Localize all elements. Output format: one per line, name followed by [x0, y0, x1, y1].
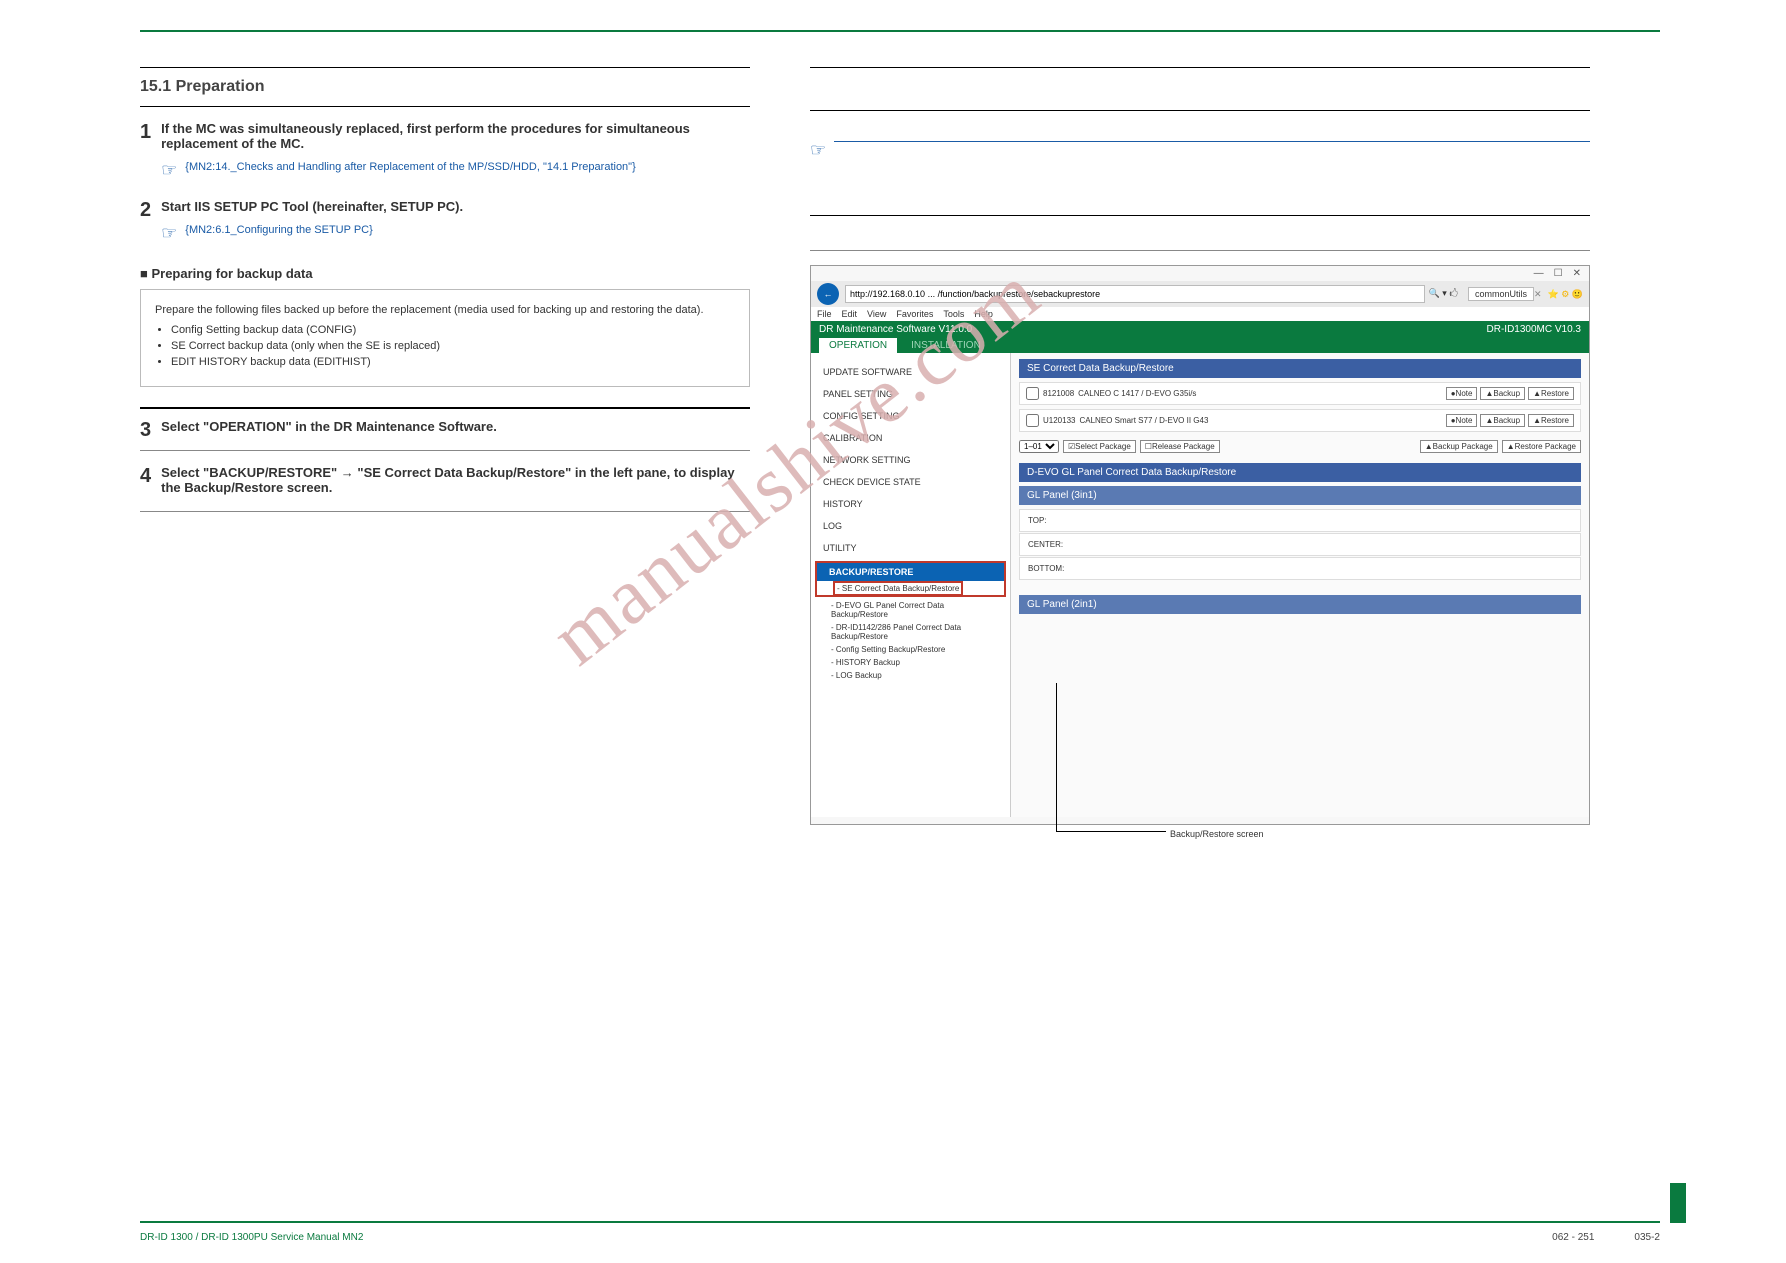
package-toolbar: 1–01 ☑Select Package ☐Release Package ▲B… — [1019, 436, 1581, 463]
se-row-id: U120133 — [1043, 416, 1075, 425]
se-row: U120133 CALNEO Smart S77 / D-EVO II G43 … — [1019, 409, 1581, 432]
section-heading: 15.1 Preparation — [140, 78, 750, 96]
tab-installation[interactable]: INSTALLATION — [901, 338, 991, 353]
backup-button[interactable]: ▲Backup — [1480, 387, 1525, 400]
screenshot-panel: — ☐ ✕ ← 🔍 ▾ 🖒 commonUtils ✕ ⭐ ⚙ 🙂 File E… — [810, 265, 1590, 825]
sidebar-item[interactable]: NETWORK SETTING — [811, 449, 1010, 471]
app-version: DR-ID1300MC V10.3 — [1487, 324, 1581, 335]
sidebar: UPDATE SOFTWARE PANEL SETTING CONFIG SET… — [811, 353, 1011, 817]
pointer-icon: ☞ — [161, 224, 177, 242]
screenshot-caption: Backup/Restore screen — [810, 825, 1590, 843]
browser-tab[interactable]: commonUtils — [1468, 287, 1534, 301]
backup-package-button[interactable]: ▲Backup Package — [1420, 440, 1498, 453]
panel-se-correct: SE Correct Data Backup/Restore — [1019, 359, 1581, 378]
step-number-1: 1 — [140, 121, 151, 144]
well-item: Config Setting backup data (CONFIG) — [171, 324, 735, 336]
gl-panel-3in1: GL Panel (3in1) — [1019, 486, 1581, 505]
back-button[interactable]: ← — [817, 283, 839, 305]
maximize-icon[interactable]: ☐ — [1554, 268, 1563, 279]
sidebar-item[interactable]: UPDATE SOFTWARE — [811, 361, 1010, 383]
sidebar-sub[interactable]: - DR-ID1142/286 Panel Correct Data Backu… — [811, 621, 1010, 643]
se-row-name: CALNEO Smart S77 / D-EVO II G43 — [1079, 416, 1208, 425]
sidebar-sub[interactable]: - D-EVO GL Panel Correct Data Backup/Res… — [811, 599, 1010, 621]
tab-operation[interactable]: OPERATION — [819, 338, 897, 353]
prep-backup-title: ■ Preparing for backup data — [140, 266, 750, 281]
right-column: ☞ — ☐ ✕ ← 🔍 ▾ 🖒 commonUtils ✕ — [810, 57, 1590, 843]
sidebar-sub[interactable]: - LOG Backup — [811, 669, 1010, 682]
step-4-text: Select "BACKUP/RESTORE" → "SE Correct Da… — [161, 465, 750, 495]
se-row-id: 8121008 — [1043, 389, 1074, 398]
sidebar-item[interactable]: PANEL SETTING — [811, 383, 1010, 405]
se-row-checkbox[interactable] — [1026, 414, 1039, 427]
menu-file[interactable]: File — [817, 309, 832, 319]
app-title: DR Maintenance Software V11.0.0 — [819, 324, 972, 335]
menu-fav[interactable]: Favorites — [896, 309, 933, 319]
gl-slot-top: TOP: — [1019, 509, 1581, 532]
step-1-text: If the MC was simultaneously replaced, f… — [161, 121, 750, 151]
url-input[interactable] — [845, 285, 1425, 303]
sidebar-item[interactable]: LOG — [811, 515, 1010, 537]
restore-button[interactable]: ▲Restore — [1528, 414, 1574, 427]
sidebar-backup-restore[interactable]: BACKUP/RESTORE — [817, 563, 1004, 581]
se-row: 8121008 CALNEO C 1417 / D-EVO G35i/s ●No… — [1019, 382, 1581, 405]
select-package-button[interactable]: ☑Select Package — [1063, 440, 1136, 453]
window-title-bar: — ☐ ✕ — [811, 266, 1589, 281]
address-bar: ← 🔍 ▾ 🖒 commonUtils ✕ ⭐ ⚙ 🙂 — [811, 281, 1589, 307]
pointer-icon: ☞ — [810, 141, 826, 159]
sidebar-sub[interactable]: - HISTORY Backup — [811, 656, 1010, 669]
app-title-bar: DR Maintenance Software V11.0.0 DR-ID130… — [811, 321, 1589, 338]
step-number-3: 3 — [140, 419, 151, 442]
well-item: SE Correct backup data (only when the SE… — [171, 340, 735, 352]
menu-view[interactable]: View — [867, 309, 886, 319]
step-3-text: Select "OPERATION" in the DR Maintenance… — [161, 419, 750, 434]
sidebar-item[interactable]: UTILITY — [811, 537, 1010, 559]
sidebar-item[interactable]: HISTORY — [811, 493, 1010, 515]
side-tab-green — [1670, 1183, 1686, 1223]
footer-left: DR-ID 1300 / DR-ID 1300PU Service Manual… — [140, 1232, 363, 1243]
footer-rule — [140, 1221, 1660, 1223]
content-pane: SE Correct Data Backup/Restore 8121008 C… — [1011, 353, 1589, 817]
sidebar-item[interactable]: CALIBRATION — [811, 427, 1010, 449]
backup-data-well: Prepare the following files backed up be… — [140, 289, 750, 387]
gl-panel-2in1: GL Panel (2in1) — [1019, 595, 1581, 614]
restore-package-button[interactable]: ▲Restore Package — [1502, 440, 1581, 453]
well-item: EDIT HISTORY backup data (EDITHIST) — [171, 356, 735, 368]
well-lead: Prepare the following files backed up be… — [155, 304, 735, 316]
release-package-button[interactable]: ☐Release Package — [1140, 440, 1220, 453]
close-icon[interactable]: ✕ — [1573, 268, 1581, 279]
browser-menubar: File Edit View Favorites Tools Help — [811, 307, 1589, 321]
top-rule — [140, 30, 1660, 32]
minimize-icon[interactable]: — — [1534, 268, 1544, 279]
ref-1-text: {MN2:14._Checks and Handling after Repla… — [185, 161, 636, 173]
note-button[interactable]: ●Note — [1446, 387, 1478, 400]
se-row-checkbox[interactable] — [1026, 387, 1039, 400]
sidebar-item[interactable]: CONFIG SETTING — [811, 405, 1010, 427]
step-number-4: 4 — [140, 465, 151, 488]
step-2-text: Start IIS SETUP PC Tool (hereinafter, SE… — [161, 199, 750, 214]
footer-right: 062 - 251 — [1552, 1232, 1594, 1243]
sidebar-item[interactable]: CHECK DEVICE STATE — [811, 471, 1010, 493]
app-tabs: OPERATION INSTALLATION — [811, 338, 1589, 353]
sidebar-sub[interactable]: - Config Setting Backup/Restore — [811, 643, 1010, 656]
footer: DR-ID 1300 / DR-ID 1300PU Service Manual… — [140, 1232, 1660, 1243]
pointer-icon: ☞ — [161, 161, 177, 179]
restore-button[interactable]: ▲Restore — [1528, 387, 1574, 400]
menu-help[interactable]: Help — [974, 309, 993, 319]
note-button[interactable]: ●Note — [1446, 414, 1478, 427]
menu-tools[interactable]: Tools — [943, 309, 964, 319]
ref-2-text: {MN2:6.1_Configuring the SETUP PC} — [185, 224, 373, 236]
backup-button[interactable]: ▲Backup — [1480, 414, 1525, 427]
left-column: 15.1 Preparation 1 If the MC was simulta… — [140, 57, 750, 843]
sidebar-sub-selected[interactable]: - SE Correct Data Backup/Restore — [833, 581, 963, 596]
footer-code: 035-2 — [1634, 1232, 1660, 1243]
ref-line — [834, 141, 1590, 142]
step-number-2: 2 — [140, 199, 151, 222]
gl-slot-bottom: BOTTOM: — [1019, 557, 1581, 580]
package-select[interactable]: 1–01 — [1019, 440, 1059, 453]
gl-slot-center: CENTER: — [1019, 533, 1581, 556]
panel-devo-gl: D-EVO GL Panel Correct Data Backup/Resto… — [1019, 463, 1581, 482]
menu-edit[interactable]: Edit — [842, 309, 858, 319]
se-row-name: CALNEO C 1417 / D-EVO G35i/s — [1078, 389, 1196, 398]
